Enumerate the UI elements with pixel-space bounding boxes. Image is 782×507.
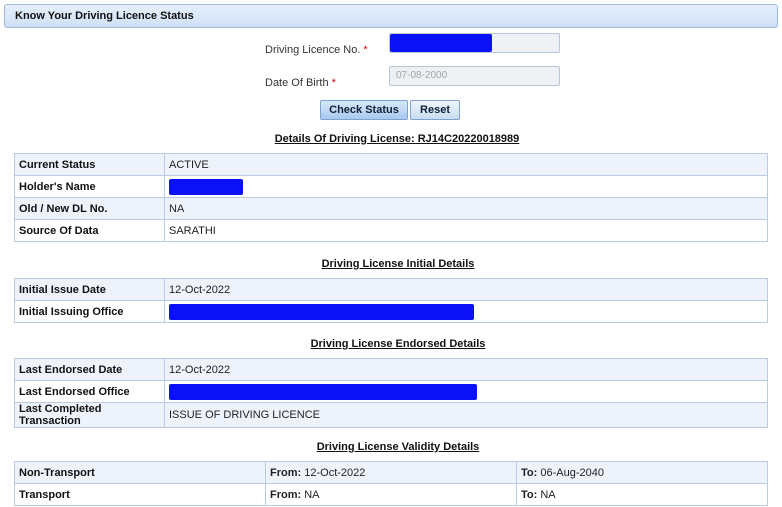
to-cell: To: 06-Aug-2040 [516, 461, 768, 484]
to-cell: To: NA [516, 483, 768, 506]
from-label: From: [270, 488, 302, 501]
validity-title: Driving License Validity Details [14, 441, 768, 453]
table-row: Initial Issuing Office [14, 300, 768, 323]
row-value: NA [164, 197, 768, 220]
details-title: Details Of Driving License: RJ14C2022001… [14, 133, 768, 145]
issuing-office-cell [164, 300, 768, 323]
row-label: Initial Issuing Office [14, 300, 165, 323]
from-label: From: [270, 466, 302, 479]
row-label: Transport [14, 483, 266, 506]
row-value: ISSUE OF DRIVING LICENCE [164, 402, 768, 428]
dob-input[interactable]: 07-08-2000 [389, 66, 560, 86]
redacted-issuing-office [169, 303, 474, 320]
holder-name-cell [164, 175, 768, 198]
row-value: SARATHI [164, 219, 768, 242]
row-label: Source Of Data [14, 219, 165, 242]
row-label: Last Completed Transaction [14, 402, 165, 428]
from-value: NA [304, 488, 320, 501]
check-status-button[interactable]: Check Status [320, 100, 408, 120]
required-mark: * [331, 77, 336, 89]
row-label: Last Endorsed Office [14, 380, 165, 403]
dob-label: Date Of Birth * [265, 77, 336, 89]
from-cell: From: NA [265, 483, 517, 506]
endorsed-table: Last Endorsed Date 12-Oct-2022 Last Endo… [14, 358, 768, 428]
to-label: To: [521, 488, 538, 501]
from-cell: From: 12-Oct-2022 [265, 461, 517, 484]
panel-header: Know Your Driving Licence Status [4, 4, 778, 28]
row-label: Initial Issue Date [14, 278, 165, 301]
row-value: 12-Oct-2022 [164, 358, 768, 381]
to-label: To: [521, 466, 538, 479]
validity-table: Non-Transport From: 12-Oct-2022 To: 06-A… [14, 461, 768, 506]
table-row: Initial Issue Date 12-Oct-2022 [14, 278, 768, 301]
table-row: Old / New DL No. NA [14, 197, 768, 220]
table-row: Current Status ACTIVE [14, 153, 768, 176]
table-row: Non-Transport From: 12-Oct-2022 To: 06-A… [14, 461, 768, 484]
redacted-holder-name [169, 178, 243, 195]
redacted-endorsed-office [169, 383, 477, 400]
dl-number-label: Driving Licence No. * [265, 44, 368, 56]
initial-title: Driving License Initial Details [14, 258, 768, 270]
table-row: Holder's Name [14, 175, 768, 198]
table-row: Last Endorsed Office [14, 380, 768, 403]
required-mark: * [363, 44, 368, 56]
row-value: ACTIVE [164, 153, 768, 176]
table-row: Transport From: NA To: NA [14, 483, 768, 506]
row-label: Holder's Name [14, 175, 165, 198]
redacted-dl-number [390, 34, 492, 52]
dob-label-text: Date Of Birth [265, 77, 329, 89]
table-row: Last Completed Transaction ISSUE OF DRIV… [14, 402, 768, 428]
row-label: Last Endorsed Date [14, 358, 165, 381]
validity-title-text: Driving License Validity Details [316, 441, 480, 453]
table-row: Last Endorsed Date 12-Oct-2022 [14, 358, 768, 381]
from-value: 12-Oct-2022 [304, 466, 366, 479]
reset-button[interactable]: Reset [410, 100, 460, 120]
endorsed-title: Driving License Endorsed Details [14, 338, 768, 350]
initial-title-text: Driving License Initial Details [321, 258, 475, 270]
to-value: 06-Aug-2040 [540, 466, 604, 479]
endorsed-office-cell [164, 380, 768, 403]
details-table: Current Status ACTIVE Holder's Name Old … [14, 153, 768, 242]
details-title-text: Details Of Driving License: RJ14C2022001… [274, 133, 520, 145]
row-value: 12-Oct-2022 [164, 278, 768, 301]
dl-number-label-text: Driving Licence No. [265, 44, 361, 56]
row-label: Non-Transport [14, 461, 266, 484]
row-label: Current Status [14, 153, 165, 176]
initial-table: Initial Issue Date 12-Oct-2022 Initial I… [14, 278, 768, 323]
endorsed-title-text: Driving License Endorsed Details [310, 338, 486, 350]
to-value: NA [540, 488, 556, 501]
table-row: Source Of Data SARATHI [14, 219, 768, 242]
row-label: Old / New DL No. [14, 197, 165, 220]
